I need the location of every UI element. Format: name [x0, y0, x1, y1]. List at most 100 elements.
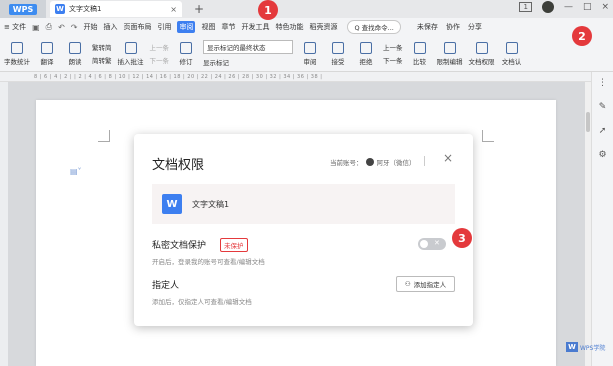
user-avatar[interactable]: [541, 1, 554, 13]
page-corner-marker: [482, 130, 494, 142]
dialog-title: 文档权限: [152, 158, 205, 173]
speaker-icon: [69, 41, 81, 54]
revise-button[interactable]: 修订: [175, 41, 197, 66]
menu-item-review[interactable]: 审阅: [177, 21, 196, 33]
horizontal-ruler[interactable]: 8 | 6 | 4 | 2 | | 2 | 4 | 6 | 8 | 10 | 1…: [0, 72, 613, 82]
show-marks-button[interactable]: 显示标记: [203, 57, 293, 67]
menu-bar: ≡ 文件 ▣ ⎙ ↶ ↷ 开始 插入 页面布局 引用 审阅 视图 章节 开发工具…: [0, 18, 613, 36]
close-tab-icon[interactable]: ×: [170, 5, 177, 14]
document-permission-dialog: 文档权限 当前账号： 阿牙（微信） × W 文字文稿1 私密文档保护 未保护 开…: [134, 134, 473, 326]
command-search-input[interactable]: Q 查找命令...: [347, 20, 401, 34]
close-window-button[interactable]: ×: [601, 2, 609, 12]
new-tab-button[interactable]: +: [194, 2, 204, 16]
reject-button[interactable]: 拒绝: [355, 41, 377, 66]
print-icon[interactable]: ⎙: [46, 22, 52, 32]
doc-verify-button[interactable]: 文档认: [501, 41, 523, 66]
window-count-badge[interactable]: 1: [519, 2, 532, 12]
read-aloud-button[interactable]: 朗读: [64, 41, 86, 66]
menu-item-start[interactable]: 开始: [83, 22, 97, 32]
file-menu[interactable]: ≡ 文件: [4, 22, 26, 32]
prev-change-button[interactable]: 上一条: [383, 42, 403, 52]
save-icon[interactable]: ▣: [32, 23, 40, 32]
callout-2: 2: [572, 26, 592, 46]
add-user-icon: ⚇: [404, 280, 411, 288]
menu-item-page-layout[interactable]: 页面布局: [123, 22, 151, 32]
account-avatar: [365, 158, 374, 166]
add-designated-person-button[interactable]: ⚇ 添加指定人: [396, 276, 455, 292]
callout-3: 3: [452, 228, 472, 248]
translate-button[interactable]: 翻译: [36, 41, 58, 66]
menu-item-resources[interactable]: 稻壳资源: [309, 22, 337, 32]
insert-comment-button[interactable]: 插入批注: [118, 41, 144, 66]
account-name: 阿牙（微信）: [376, 159, 416, 167]
word-count-button[interactable]: 字数统计: [4, 41, 30, 66]
wps-home-tab[interactable]: WPS: [0, 0, 46, 18]
close-dialog-icon[interactable]: ×: [443, 151, 453, 165]
right-sidebar: ⋮ ✎ ➚ ⚙: [591, 72, 613, 366]
document-tab-label: 文字文稿1: [69, 5, 102, 13]
reject-icon: [360, 41, 372, 54]
status-badge: 未保护: [220, 238, 248, 252]
designated-person-desc: 添加后，仅指定人可查看/编辑文档: [152, 298, 252, 306]
to-simplified-button[interactable]: 简转繁: [92, 55, 112, 65]
permission-icon: [475, 41, 488, 54]
prev-comment-button[interactable]: 上一条: [150, 42, 170, 52]
review-icon: [304, 41, 316, 54]
to-traditional-button[interactable]: 繁转简: [92, 42, 112, 52]
writer-doc-icon: W: [55, 4, 65, 14]
wps-logo: WPS: [8, 3, 38, 15]
menu-item-view[interactable]: 视图: [201, 22, 215, 32]
divider: [424, 156, 425, 166]
compare-icon: [413, 41, 426, 54]
next-change-button[interactable]: 下一条: [383, 55, 403, 65]
accept-icon: [332, 41, 344, 54]
cursor-icon[interactable]: ➚: [599, 126, 607, 136]
review-toolbar: 字数统计 翻译 朗读 繁转简 简转繁 插入批注 上一条 下一条 修订 显示标记的…: [0, 36, 613, 72]
current-account: 当前账号： 阿牙（微信）: [330, 158, 416, 167]
minimize-button[interactable]: —: [564, 2, 573, 12]
translate-icon: [41, 41, 53, 54]
menu-item-reference[interactable]: 引用: [157, 22, 171, 32]
change-nav-group: 上一条 下一条: [383, 42, 403, 65]
undo-icon[interactable]: ↶: [58, 23, 65, 32]
collab-button[interactable]: 协作: [446, 22, 460, 32]
paragraph-icon[interactable]: ▤˅: [70, 167, 82, 176]
title-bar: WPS W 文字文稿1 × + 1 — □ ×: [0, 0, 613, 18]
file-name: 文字文稿1: [192, 199, 230, 209]
menu-item-dev-tools[interactable]: 开发工具: [241, 22, 269, 32]
share-button[interactable]: 分享: [468, 22, 482, 32]
markup-group: 显示标记的最终状态 显示标记: [203, 40, 293, 67]
private-protection-toggle[interactable]: ✕: [418, 238, 446, 250]
file-card: W 文字文稿1: [152, 184, 455, 224]
markup-state-select[interactable]: 显示标记的最终状态: [203, 40, 293, 54]
callout-1: 1: [258, 0, 278, 20]
settings-icon[interactable]: ⚙: [598, 150, 606, 160]
menu-item-insert[interactable]: 插入: [103, 22, 117, 32]
document-tab[interactable]: W 文字文稿1 ×: [50, 1, 182, 17]
compare-button[interactable]: 比较: [409, 41, 431, 66]
pen-icon[interactable]: ✎: [599, 102, 607, 112]
writer-doc-icon: W: [162, 194, 182, 214]
unsaved-status[interactable]: 未保存: [417, 22, 438, 32]
menu-item-section[interactable]: 章节: [221, 22, 235, 32]
private-protection-desc: 开启后，登录我的账号可查看/编辑文档: [152, 258, 265, 266]
wps-watermark: W WPS学院: [566, 342, 605, 352]
comment-icon: [124, 41, 137, 54]
restrict-edit-button[interactable]: 限制编辑: [437, 41, 463, 66]
accept-button[interactable]: 接受: [327, 41, 349, 66]
more-icon[interactable]: ⋮: [598, 78, 607, 88]
word-count-icon: [11, 41, 23, 54]
restore-button[interactable]: □: [583, 2, 592, 12]
menu-right-actions: 未保存 协作 分享: [417, 22, 482, 32]
wps-logo-icon: W: [566, 342, 578, 352]
review-pane-button[interactable]: 审阅: [299, 41, 321, 66]
scrollbar-thumb[interactable]: [586, 112, 590, 132]
revise-icon: [180, 41, 192, 54]
convert-group: 繁转简 简转繁: [92, 42, 112, 65]
doc-permission-button[interactable]: 文档权限: [469, 41, 495, 66]
left-margin-strip: [0, 82, 8, 366]
window-controls: 1 — □ ×: [519, 1, 609, 13]
menu-item-features[interactable]: 特色功能: [275, 22, 303, 32]
redo-icon[interactable]: ↷: [71, 23, 78, 32]
next-comment-button[interactable]: 下一条: [150, 55, 170, 65]
